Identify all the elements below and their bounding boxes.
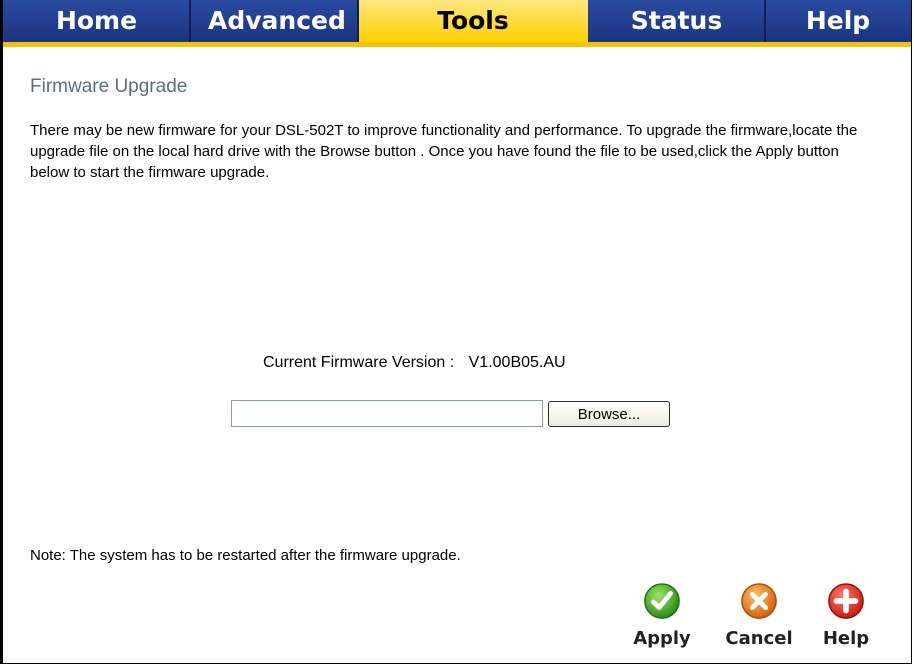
page-title: Firmware Upgrade: [30, 76, 188, 97]
tab-divider: [764, 0, 766, 42]
help-button[interactable]: Help: [806, 582, 886, 649]
tab-tools[interactable]: Tools: [358, 0, 588, 42]
tab-status[interactable]: Status: [588, 0, 765, 42]
restart-note: Note: The system has to be restarted aft…: [30, 547, 461, 564]
tab-divider: [357, 0, 359, 42]
top-nav: Home Advanced Tools Status Help: [3, 0, 911, 47]
tab-advanced[interactable]: Advanced: [190, 0, 358, 42]
firmware-version-value: V1.00B05.AU: [468, 354, 566, 371]
page-frame: [0, 0, 912, 664]
plus-icon: [828, 583, 864, 619]
cancel-label: Cancel: [725, 628, 793, 649]
apply-button[interactable]: Apply: [622, 582, 702, 649]
firmware-version-row: Current Firmware Version : V1.00B05.AU: [263, 354, 566, 372]
nav-underline: [3, 42, 911, 47]
firmware-version-label: Current Firmware Version :: [263, 354, 455, 371]
tab-help[interactable]: Help: [765, 0, 911, 42]
cancel-button[interactable]: Cancel: [719, 582, 799, 649]
tab-divider: [189, 0, 191, 42]
check-icon: [644, 583, 680, 619]
page-description: There may be new firmware for your DSL-5…: [30, 122, 858, 181]
tab-home[interactable]: Home: [3, 0, 190, 42]
firmware-file-input[interactable]: [231, 400, 543, 427]
browse-button[interactable]: Browse...: [548, 401, 670, 427]
x-icon: [741, 583, 777, 619]
help-label: Help: [822, 628, 870, 649]
apply-label: Apply: [633, 628, 691, 649]
